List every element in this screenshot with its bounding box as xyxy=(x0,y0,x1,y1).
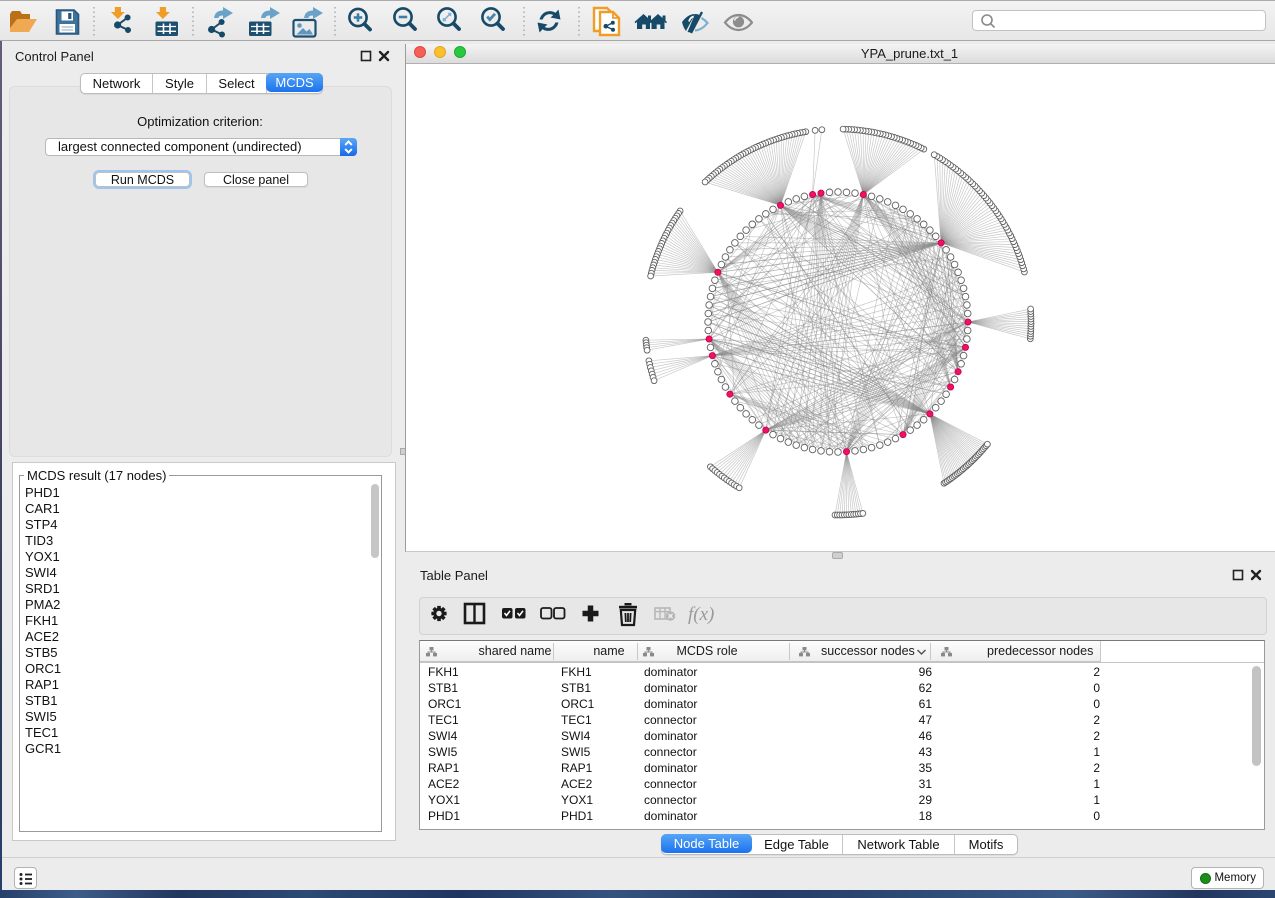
svg-text:f(x): f(x) xyxy=(688,604,714,625)
